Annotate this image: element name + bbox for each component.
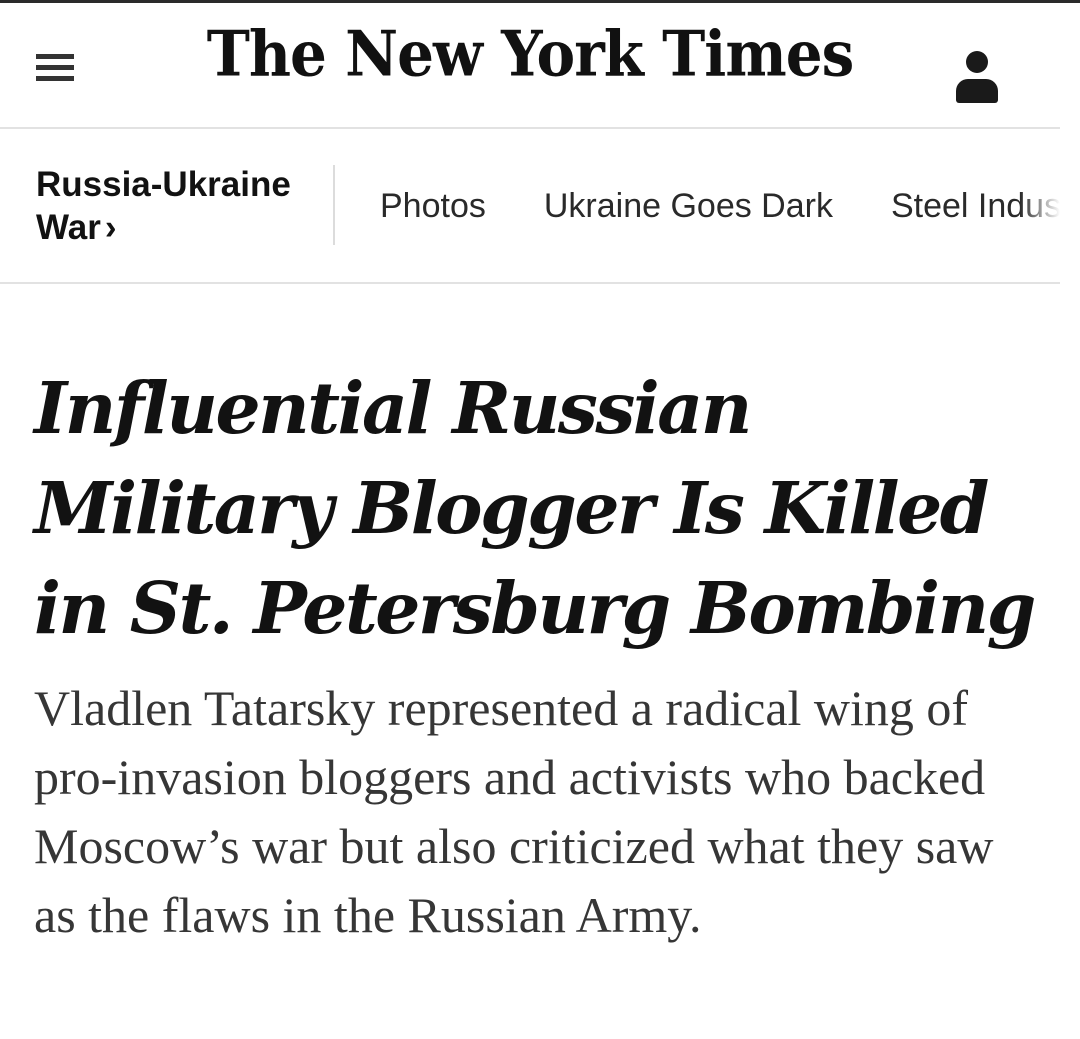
masthead: The New York Times bbox=[0, 3, 1060, 128]
article-headline: Influential Russian Military Blogger Is … bbox=[34, 366, 1036, 650]
section-nav: Russia-Ukraine War › Photos Ukraine Goes D… bbox=[0, 129, 1060, 282]
nyt-logo[interactable]: The New York Times bbox=[0, 23, 1060, 86]
chevron-right-icon: › bbox=[104, 208, 117, 247]
article-summary: Vladlen Tatarsky represented a radical w… bbox=[34, 680, 994, 943]
nav-divider-bottom bbox=[0, 282, 1060, 284]
section-label-text: Russia-Ukraine War bbox=[36, 165, 291, 247]
nav-divider bbox=[333, 165, 335, 245]
scroll-fade bbox=[1020, 169, 1060, 239]
nav-link-photos[interactable]: Photos bbox=[380, 187, 486, 226]
nav-links: PhotosUkraine Goes DarkSteel Industry bbox=[380, 187, 1060, 226]
section-link-russia-ukraine-war[interactable]: Russia-Ukraine War › bbox=[36, 163, 316, 249]
account-person-icon[interactable] bbox=[955, 51, 999, 105]
nav-link-ukraine-goes-dark[interactable]: Ukraine Goes Dark bbox=[544, 187, 833, 226]
